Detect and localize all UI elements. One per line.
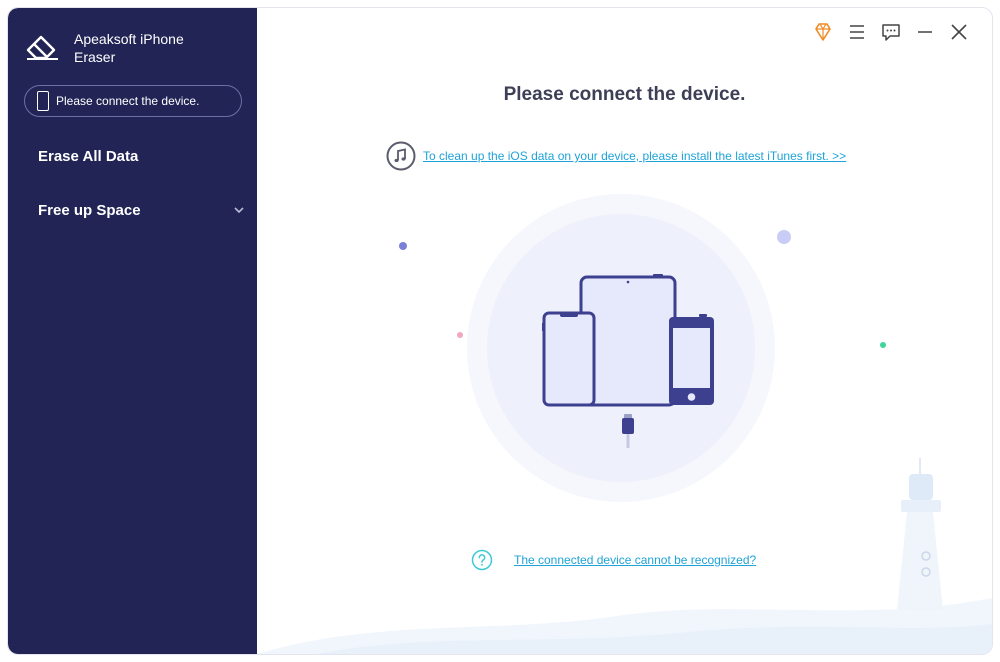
close-button[interactable] — [947, 20, 971, 44]
eraser-logo-icon — [26, 35, 58, 60]
phone-right-icon — [669, 314, 714, 405]
premium-diamond-button[interactable] — [811, 20, 835, 44]
dot-decoration — [777, 230, 791, 244]
itunes-music-icon — [386, 141, 416, 171]
phone-icon — [37, 91, 49, 111]
question-icon — [471, 549, 493, 571]
sidebar-item-label: Erase All Data — [38, 147, 139, 165]
sidebar-item-free-up-space[interactable]: Free up Space — [8, 190, 257, 230]
sidebar-item-label: Free up Space — [38, 201, 141, 219]
diamond-icon — [815, 23, 831, 41]
menu-icon — [850, 25, 864, 39]
feedback-icon — [882, 24, 900, 41]
app-title: Apeaksoft iPhone Eraser — [74, 31, 184, 65]
dot-decoration — [399, 242, 407, 250]
minimize-icon — [918, 31, 932, 33]
device-not-recognized-link[interactable]: The connected device cannot be recognize… — [514, 553, 756, 567]
sidebar-item-erase-all-data[interactable]: Erase All Data — [8, 136, 257, 176]
minimize-button[interactable] — [913, 20, 937, 44]
dot-decoration — [457, 332, 463, 338]
help-hint: The connected device cannot be recognize… — [471, 549, 756, 571]
itunes-hint: To clean up the iOS data on your device,… — [386, 141, 846, 171]
device-status-pill[interactable]: Please connect the device. — [24, 85, 242, 117]
menu-button[interactable] — [845, 20, 869, 44]
lighthouse-icon — [897, 458, 943, 610]
device-status-text: Please connect the device. — [56, 94, 200, 108]
page-title: Please connect the device. — [503, 84, 746, 105]
chevron-down-icon[interactable] — [233, 204, 245, 216]
phone-left-icon — [542, 311, 596, 407]
app-window: Apeaksoft iPhone Eraser Please connect t… — [8, 8, 992, 654]
sidebar: Apeaksoft iPhone Eraser Please connect t… — [8, 8, 257, 654]
close-icon — [951, 24, 967, 40]
feedback-button[interactable] — [879, 20, 903, 44]
dot-decoration — [880, 342, 886, 348]
install-itunes-link[interactable]: To clean up the iOS data on your device,… — [423, 149, 846, 163]
